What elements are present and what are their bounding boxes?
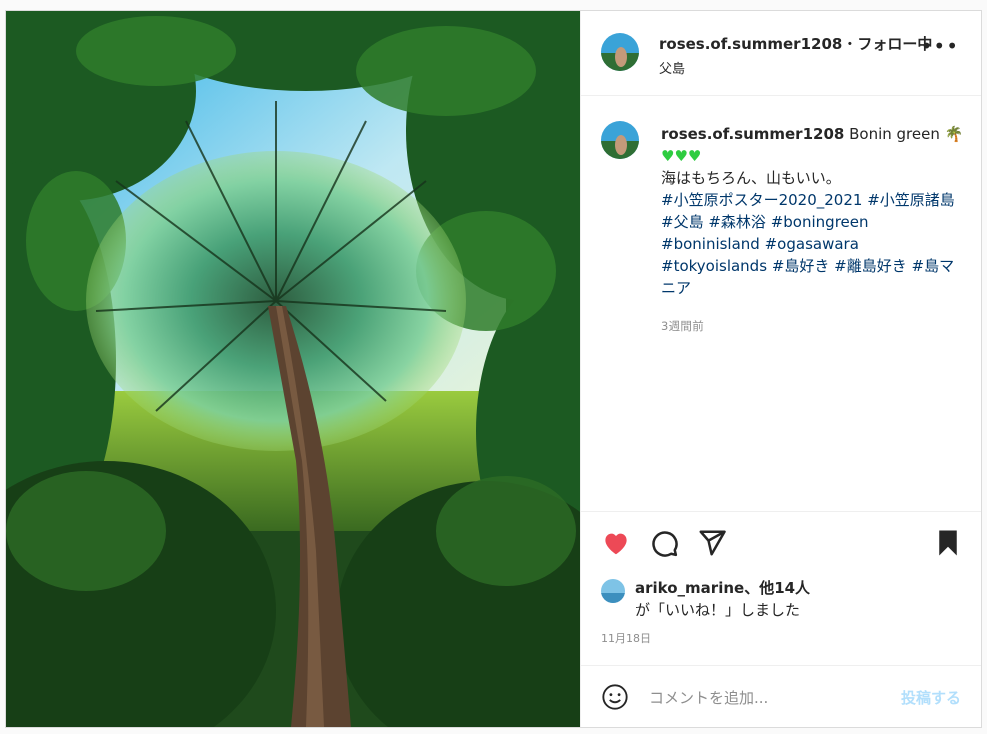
comment-input[interactable]: [647, 684, 881, 712]
hashtag[interactable]: #tokyoislands: [661, 257, 767, 275]
tree-fern-photo: [6, 11, 580, 727]
heart-icon[interactable]: [601, 528, 631, 558]
caption-text-1: Bonin green: [849, 125, 940, 143]
post-header: roses.of.summer1208・フォロー中 父島 •••: [581, 11, 981, 96]
hashtag[interactable]: #boningreen: [771, 213, 869, 231]
hashtag[interactable]: #島好き: [772, 257, 830, 275]
comment-icon[interactable]: [649, 528, 679, 558]
likes-line-1: ariko_marine、他14人: [635, 577, 810, 598]
post-comment-button[interactable]: 投稿する: [901, 687, 961, 708]
hashtag[interactable]: #父島: [661, 213, 704, 231]
avatar-image: [601, 579, 625, 603]
caption-avatar[interactable]: [601, 121, 639, 159]
caption-text-2: 海はもちろん、山もいい。: [661, 169, 841, 187]
header-separator: ・: [842, 35, 858, 53]
likes-line-2: が「いいね！」しました: [635, 601, 801, 619]
hashtag[interactable]: #小笠原諸島: [867, 191, 955, 209]
location-link[interactable]: 父島: [659, 58, 685, 77]
post-image[interactable]: [6, 11, 580, 727]
caption-timestamp[interactable]: 3週間前: [661, 315, 966, 337]
comment-bar: 投稿する: [581, 665, 981, 728]
bookmark-icon[interactable]: [933, 528, 963, 558]
hashtag[interactable]: #離島好き: [834, 257, 907, 275]
green-heart-emoji: ♥♥♥: [661, 147, 702, 165]
caption-body: roses.of.summer1208 Bonin green 🌴 ♥♥♥ 海はも…: [661, 123, 966, 337]
share-icon[interactable]: [697, 528, 727, 558]
likes-others-link[interactable]: 、他14人: [744, 579, 810, 597]
palm-emoji: 🌴: [944, 125, 964, 143]
avatar-image: [601, 33, 639, 71]
post-dialog: roses.of.summer1208・フォロー中 父島 ••• roses.o…: [5, 10, 982, 728]
hashtag[interactable]: #森林浴: [708, 213, 766, 231]
post-sidebar: roses.of.summer1208・フォロー中 父島 ••• roses.o…: [580, 11, 981, 727]
action-bar: [581, 511, 981, 574]
hashtag[interactable]: #小笠原ポスター2020_2021: [661, 191, 862, 209]
caption-username[interactable]: roses.of.summer1208: [661, 125, 844, 143]
author-avatar[interactable]: [601, 33, 639, 71]
liker-username[interactable]: ariko_marine: [635, 579, 744, 597]
emoji-icon[interactable]: [601, 683, 629, 711]
hashtag[interactable]: #ogasawara: [765, 235, 859, 253]
header-title: roses.of.summer1208・フォロー中: [659, 33, 932, 54]
post-date[interactable]: 11月18日: [601, 630, 651, 646]
author-username[interactable]: roses.of.summer1208: [659, 35, 842, 53]
avatar-image: [601, 121, 639, 159]
more-icon[interactable]: •••: [921, 36, 959, 56]
liker-avatar[interactable]: [601, 579, 625, 603]
hashtag[interactable]: #boninisland: [661, 235, 760, 253]
